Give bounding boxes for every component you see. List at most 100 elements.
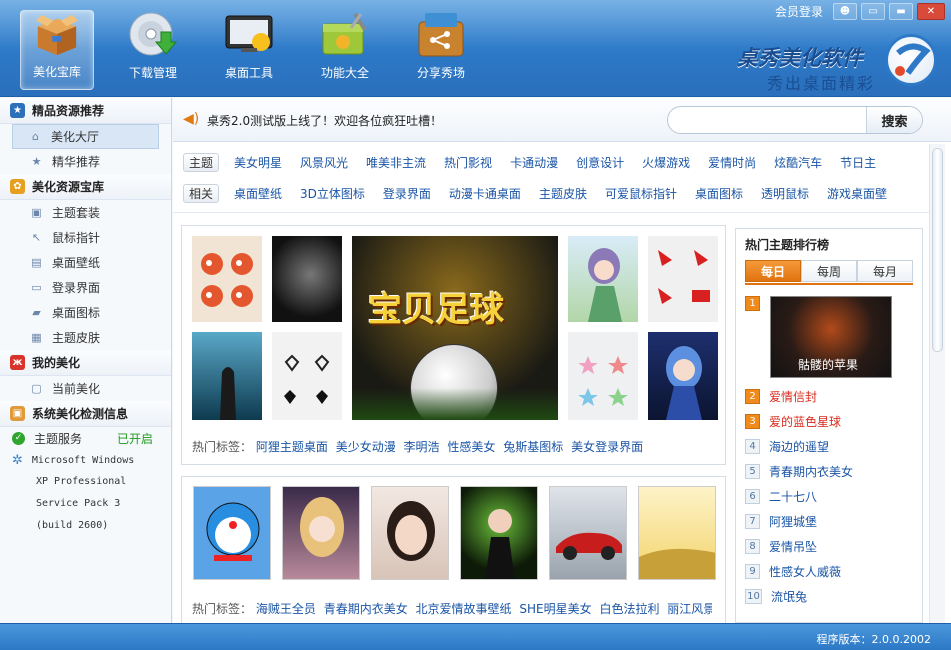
hot-tag[interactable]: SHE明星美女: [519, 602, 591, 616]
toolbox-icon: [322, 12, 367, 55]
theme-tag[interactable]: 风景风光: [300, 154, 348, 171]
theme-tag-label: 主题: [183, 152, 219, 172]
sidebar-item-current[interactable]: ▢ 当前美化: [0, 376, 171, 401]
theme-tag[interactable]: 爱情时尚: [708, 154, 756, 171]
thumb-ferrari[interactable]: [549, 486, 627, 580]
thumb-heart-icons[interactable]: [272, 332, 342, 420]
sidebar-item-login-screen[interactable]: ▭ 登录界面: [0, 275, 171, 300]
download-disc-icon: [129, 12, 178, 56]
ranking-item: 9 性感女人威薇: [745, 561, 915, 581]
hot-tag[interactable]: 兔斯基图标: [503, 440, 563, 454]
hot-tag[interactable]: 美少女动漫: [336, 440, 396, 454]
thumb-blue-anime[interactable]: [648, 332, 718, 420]
sidebar-item-theme-suite[interactable]: ▣ 主题套装: [0, 200, 171, 225]
ranking-tabs: 每日 每周 每月: [745, 260, 913, 282]
scrollbar-thumb[interactable]: [932, 148, 943, 352]
tab-daily[interactable]: 每日: [745, 260, 801, 282]
title-bar-controls: 会员登录 ☻ ▭ ▬ ✕: [775, 3, 945, 20]
related-tag[interactable]: 可爱鼠标指针: [605, 185, 677, 202]
thumb-girl-portrait[interactable]: [371, 486, 449, 580]
home-icon: ⌂: [32, 130, 39, 143]
sidebar-item-mouse-pointer[interactable]: ↖ 鼠标指针: [0, 225, 171, 250]
hot-tag[interactable]: 白色法拉利: [599, 602, 659, 616]
tab-weekly[interactable]: 每周: [801, 260, 857, 282]
thumb-cute-icons[interactable]: [192, 236, 262, 322]
notice-bar: ◀) 桌秀2.0测试版上线了！欢迎各位疯狂吐槽！ 搜索: [173, 98, 951, 142]
thumb-portrait-dark[interactable]: [272, 236, 342, 322]
related-tag[interactable]: 桌面壁纸: [234, 185, 282, 202]
theme-tag[interactable]: 炫酷汽车: [774, 154, 822, 171]
minimize-icon[interactable]: ▬: [889, 3, 913, 20]
nav-download[interactable]: 下载管理: [116, 10, 190, 90]
hot-tag[interactable]: 阿狸主题桌面: [256, 440, 328, 454]
hot-tag[interactable]: 性感美女: [447, 440, 495, 454]
theme-tags: 主题 美女明星 风景风光 唯美非主流 热门影视 卡通动漫 创意设计 火爆游戏 爱…: [183, 151, 919, 173]
hot-tag[interactable]: 李明浩: [404, 440, 440, 454]
search-box: 搜索: [667, 106, 923, 134]
hot-tag[interactable]: 青春期内衣美女: [324, 602, 408, 616]
section-premium-resources[interactable]: ★ 精品资源推荐: [0, 98, 171, 124]
thumb-anime-girl[interactable]: [568, 236, 638, 322]
thumb-red-cursors[interactable]: [648, 236, 718, 322]
hot-theme-ranking: 热门主题排行榜 每日 每周 每月 1 骷髅的苹果 2 爱情信封 3 爱的蓝色星球 4…: [735, 228, 923, 623]
thumb-sea-girl[interactable]: [192, 332, 262, 420]
ranking-top-caption[interactable]: 骷髅的苹果: [798, 356, 858, 373]
service-status: 已开启: [116, 431, 153, 446]
gear-badge-icon: ✿: [10, 179, 25, 194]
window-icon: ▭: [31, 281, 42, 294]
section-system-info[interactable]: ▣ 系统美化检测信息: [0, 401, 171, 427]
theme-tag[interactable]: 唯美非主流: [366, 154, 426, 171]
main-content: ◀) 桌秀2.0测试版上线了！欢迎各位疯狂吐槽！ 搜索 主题 美女明星 风景风光…: [173, 98, 951, 623]
related-tag[interactable]: 游戏桌面壁: [827, 185, 887, 202]
thumb-star-cursors[interactable]: [568, 332, 638, 420]
hot-tag[interactable]: 北京爱情故事壁纸: [416, 602, 512, 616]
check-circle-icon: ✓: [12, 431, 25, 445]
sidebar-item-desktop-icons[interactable]: ▰ 桌面图标: [0, 300, 171, 325]
hot-tag[interactable]: 海贼王全员: [256, 602, 316, 616]
nav-features[interactable]: 功能大全: [308, 10, 382, 90]
ranking-item: 6 二十七八: [745, 486, 915, 506]
thumb-anime-beauty[interactable]: [282, 486, 360, 580]
section-my-beautify[interactable]: ж 我的美化: [0, 350, 171, 376]
nav-label: 分享秀场: [416, 66, 465, 80]
related-tag[interactable]: 动漫卡通桌面: [449, 185, 521, 202]
nav-label: 桌面工具: [224, 66, 273, 80]
related-tag[interactable]: 透明鼠标: [761, 185, 809, 202]
search-button[interactable]: 搜索: [866, 107, 922, 133]
theme-tag[interactable]: 火爆游戏: [642, 154, 690, 171]
nav-desktop-tools[interactable]: 桌面工具: [212, 10, 286, 90]
sidebar-item-featured[interactable]: ★ 精华推荐: [0, 149, 171, 174]
nav-share[interactable]: 分享秀场: [404, 10, 478, 90]
cursor-icon: ↖: [31, 231, 42, 244]
thumb-doraemon[interactable]: [193, 486, 271, 580]
skin-icon[interactable]: ☻: [833, 3, 857, 20]
related-tag[interactable]: 主题皮肤: [539, 185, 587, 202]
thumb-green-girl[interactable]: [460, 486, 538, 580]
related-tag[interactable]: 桌面图标: [695, 185, 743, 202]
related-tag[interactable]: 登录界面: [383, 185, 431, 202]
theme-tag[interactable]: 节日主: [840, 154, 876, 171]
sidebar-item-beautify-hall[interactable]: ⌂ 美化大厅: [12, 124, 159, 149]
hot-tag[interactable]: 美女登录界面: [571, 440, 643, 454]
theme-tag[interactable]: 美女明星: [234, 154, 282, 171]
theme-tag[interactable]: 热门影视: [444, 154, 492, 171]
banner-football[interactable]: 宝贝足球: [352, 236, 558, 420]
hot-tag[interactable]: 丽江风景: [667, 602, 712, 616]
search-input[interactable]: [678, 111, 858, 129]
box-icon: ▣: [10, 406, 25, 421]
related-tag[interactable]: 3D立体图标: [300, 185, 365, 202]
message-icon[interactable]: ▭: [861, 3, 885, 20]
thumb-lijiang-scenery[interactable]: [638, 486, 716, 580]
tab-monthly[interactable]: 每月: [857, 260, 913, 282]
vertical-scrollbar[interactable]: [929, 144, 945, 623]
member-login-link[interactable]: 会员登录: [775, 3, 823, 20]
theme-tag[interactable]: 创意设计: [576, 154, 624, 171]
featured-panel: 宝贝足球 热门标签： 阿狸主题桌面 美少女动漫 李明浩 性感美女 兔斯基图标 美…: [181, 225, 726, 465]
treasure-box-icon: [35, 14, 79, 56]
nav-treasure[interactable]: 美化宝库: [20, 10, 94, 90]
theme-tag[interactable]: 卡通动漫: [510, 154, 558, 171]
sidebar-item-wallpaper[interactable]: ▤ 桌面壁纸: [0, 250, 171, 275]
close-icon[interactable]: ✕: [917, 3, 945, 20]
sidebar-item-theme-skin[interactable]: ▦ 主题皮肤: [0, 325, 171, 350]
section-resource-library[interactable]: ✿ 美化资源宝库: [0, 174, 171, 200]
